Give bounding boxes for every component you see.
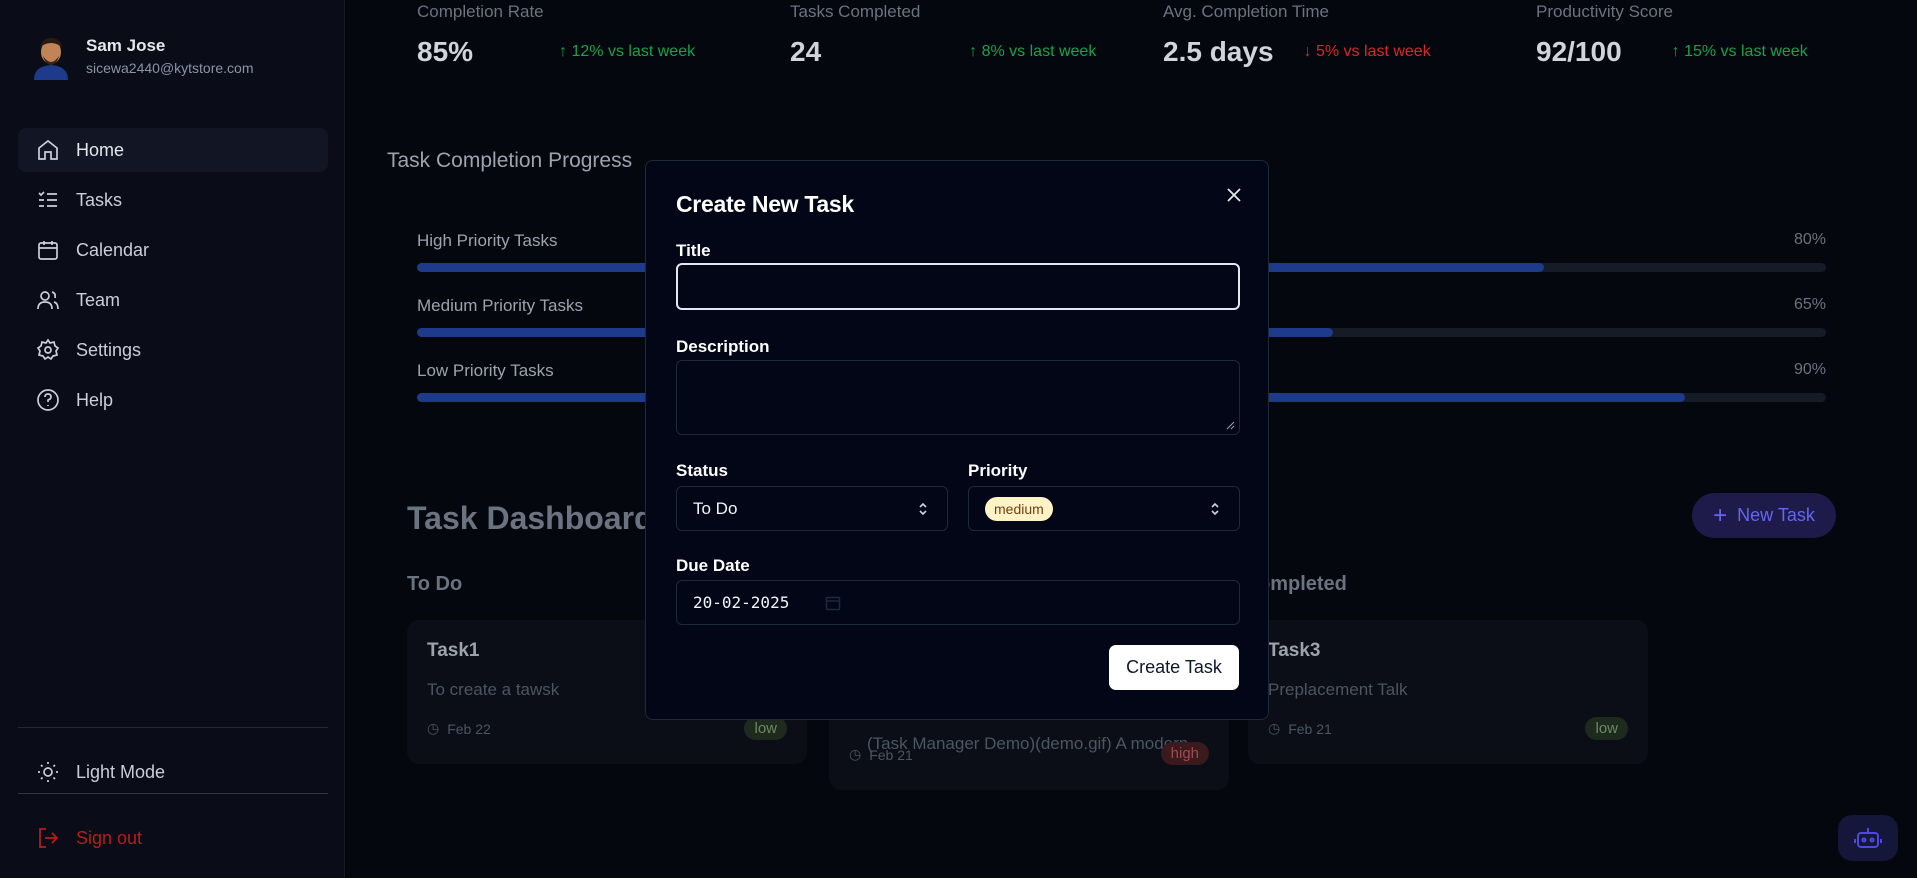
description-label: Description <box>676 337 770 356</box>
clock-icon: ◷ <box>849 746 862 762</box>
close-icon <box>1227 188 1241 202</box>
sidebar-item-settings[interactable]: Settings <box>18 328 328 372</box>
help-icon <box>37 389 59 411</box>
progress-percent: 65% <box>1793 296 1826 313</box>
priority-select[interactable]: medium <box>968 486 1240 531</box>
stat-card: Tasks Completed 24 ↑ 8% vs last week <box>790 0 1163 68</box>
create-task-modal: Create New Task Title Description Status… <box>645 160 1269 720</box>
priority-badge: low <box>744 717 787 740</box>
sign-out-label: Sign out <box>76 827 143 848</box>
due-date-input[interactable]: 20-02-2025 <box>676 580 1240 625</box>
stat-value: 24 <box>790 36 822 67</box>
sun-icon <box>38 762 58 782</box>
stat-label: Avg. Completion Time <box>1163 2 1329 21</box>
stat-change: ↑ 12% vs last week <box>559 43 696 60</box>
sidebar-item-label: Help <box>76 389 114 410</box>
user-profile[interactable]: Sam Jose sicewa2440@kytstore.com <box>30 32 254 80</box>
tasks-icon <box>38 191 57 207</box>
plus-icon: + <box>1713 501 1728 529</box>
task-date: ◷ Feb 21 <box>1268 720 1332 737</box>
status-value: To Do <box>693 498 738 518</box>
sidebar-item-label: Settings <box>76 339 142 360</box>
task-description: Preplacement Talk <box>1268 680 1408 699</box>
due-date-value: 20-02-2025 <box>693 593 790 612</box>
team-icon <box>37 291 59 310</box>
task-date-text: Feb 21 <box>869 746 913 763</box>
sidebar-item-calendar[interactable]: Calendar <box>18 228 328 272</box>
sidebar-nav: Home Tasks Calendar Team Settings Help <box>18 128 328 428</box>
priority-badge: medium <box>985 496 1053 521</box>
due-date-label: Due Date <box>676 556 750 575</box>
task-date-text: Feb 22 <box>447 720 491 737</box>
sidebar-item-label: Tasks <box>76 189 123 210</box>
robot-icon <box>1854 828 1882 848</box>
light-mode-label: Light Mode <box>76 761 166 782</box>
clock-icon: ◷ <box>427 720 440 736</box>
sidebar-divider <box>18 727 328 728</box>
stat-change: ↑ 15% vs last week <box>1671 43 1808 60</box>
status-select[interactable]: To Do <box>676 486 948 531</box>
dashboard-title: Task Dashboard <box>407 500 654 536</box>
stat-label: Tasks Completed <box>790 2 921 21</box>
description-textarea[interactable] <box>676 360 1240 435</box>
priority-badge: high <box>1160 742 1209 765</box>
sidebar-item-team[interactable]: Team <box>18 278 328 322</box>
chatbot-button[interactable] <box>1838 815 1898 861</box>
priority-label: Priority <box>968 461 1028 480</box>
new-task-button[interactable]: + New Task <box>1692 493 1836 538</box>
sidebar-divider <box>18 793 328 794</box>
sidebar-item-label: Calendar <box>76 239 150 260</box>
stat-change: ↓ 5% vs last week <box>1303 43 1431 60</box>
sidebar-item-label: Team <box>76 289 121 310</box>
stat-value: 92/100 <box>1536 36 1622 67</box>
stat-card: Completion Rate 85% ↑ 12% vs last week <box>417 0 790 68</box>
task-date: ◷ Feb 22 <box>427 720 491 737</box>
task-title: Task3 <box>1268 640 1321 661</box>
user-name: Sam Jose <box>86 36 166 55</box>
clock-icon: ◷ <box>1268 720 1281 736</box>
light-mode-toggle[interactable]: Light Mode <box>36 760 165 784</box>
progress-percent: 90% <box>1793 361 1826 378</box>
sidebar-item-label: Home <box>76 139 125 160</box>
priority-badge: low <box>1585 717 1628 740</box>
modal-title: Create New Task <box>676 191 854 217</box>
settings-icon <box>36 338 60 361</box>
calendar-icon[interactable] <box>825 595 841 611</box>
home-icon <box>38 139 58 160</box>
title-label: Title <box>676 241 711 260</box>
task-card[interactable]: Task3 Preplacement Talk ◷ Feb 21 low <box>1248 620 1648 764</box>
stat-card: Productivity Score 92/100 ↑ 15% vs last … <box>1536 0 1909 68</box>
stat-card: Avg. Completion Time 2.5 days ↓ 5% vs la… <box>1163 0 1536 68</box>
avatar <box>30 32 72 80</box>
chevron-up-down-icon <box>1211 502 1219 515</box>
task-date-text: Feb 21 <box>1288 720 1332 737</box>
column-title-todo: To Do <box>407 573 463 595</box>
stat-value: 2.5 days <box>1163 36 1274 67</box>
stats-row: Completion Rate 85% ↑ 12% vs last week T… <box>417 0 1909 68</box>
sidebar-item-help[interactable]: Help <box>18 378 328 422</box>
progress-title: Task Completion Progress <box>387 149 633 172</box>
task-date: ◷ Feb 21 <box>849 746 913 763</box>
resize-handle-icon[interactable] <box>1225 420 1235 430</box>
user-email: sicewa2440@kytstore.com <box>86 60 254 76</box>
sign-out-icon <box>39 828 59 848</box>
title-input[interactable] <box>676 263 1240 310</box>
status-label: Status <box>676 461 728 480</box>
sidebar: Sam Jose sicewa2440@kytstore.com Home Ta… <box>0 0 345 878</box>
create-task-button[interactable]: Create Task <box>1109 645 1239 690</box>
sidebar-item-home[interactable]: Home <box>18 128 328 172</box>
stat-value: 85% <box>417 36 474 67</box>
progress-percent: 80% <box>1793 231 1826 248</box>
stat-label: Productivity Score <box>1536 2 1673 21</box>
calendar-icon <box>38 241 58 260</box>
stat-change: ↑ 8% vs last week <box>969 43 1097 60</box>
stat-label: Completion Rate <box>417 2 544 21</box>
chevron-up-down-icon <box>919 502 927 515</box>
sidebar-item-tasks[interactable]: Tasks <box>18 178 328 222</box>
sign-out-button[interactable]: Sign out <box>36 826 142 850</box>
new-task-label: New Task <box>1737 505 1815 525</box>
column-title-completed: ompleted <box>1258 573 1347 595</box>
close-button[interactable] <box>1222 183 1246 207</box>
